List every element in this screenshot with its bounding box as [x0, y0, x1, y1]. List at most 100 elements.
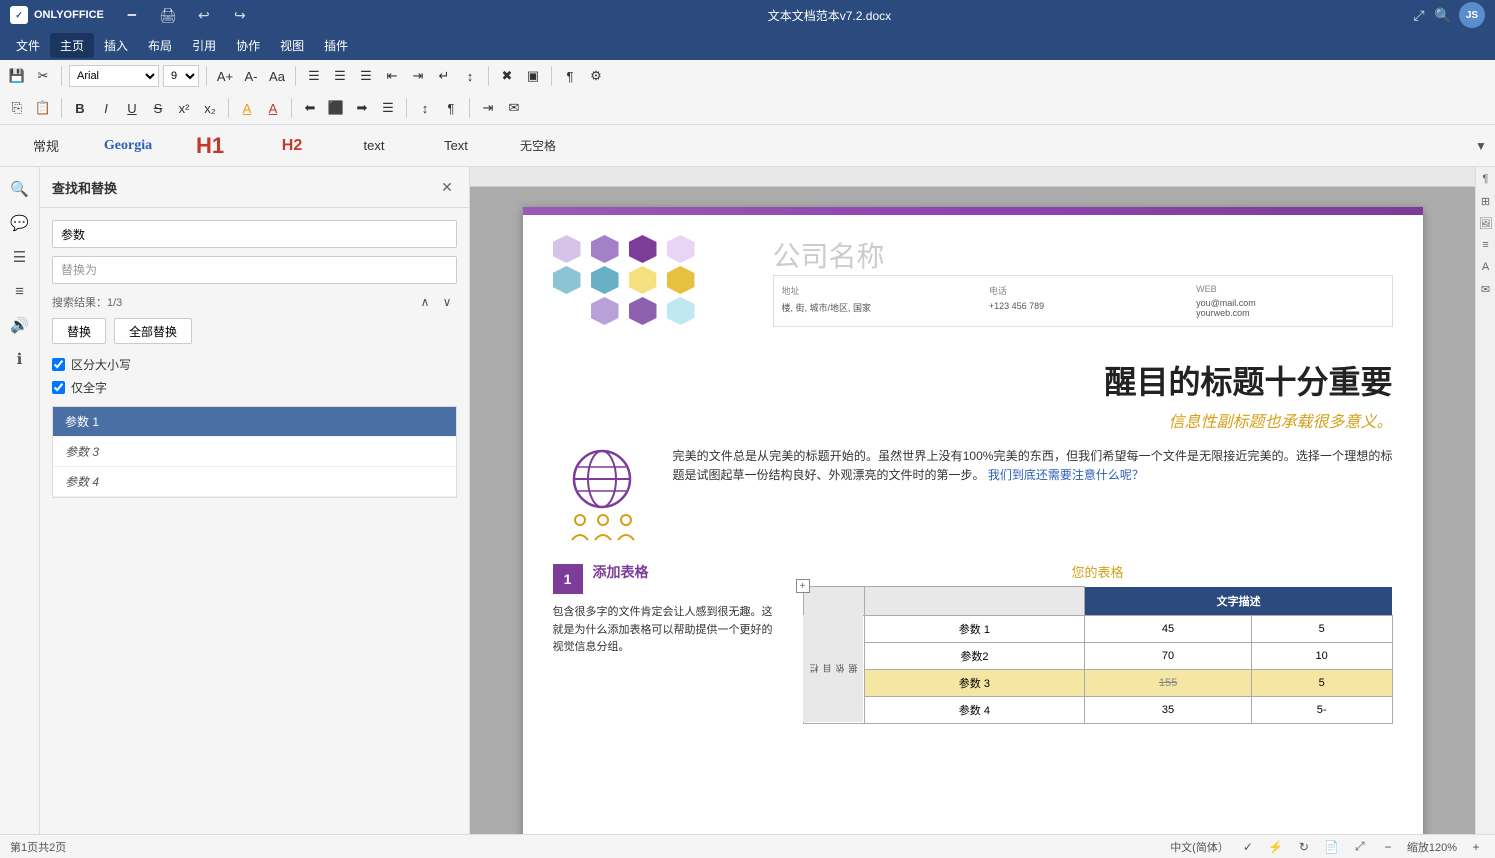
- row-3-col1: 35: [1085, 696, 1252, 723]
- result-item-1[interactable]: 参数 3: [53, 437, 456, 467]
- doc-area[interactable]: 公司名称 地址 楼, 街, 城市/地区, 国家 电话 +123 456 789: [470, 167, 1475, 834]
- hex-3: [629, 235, 657, 263]
- sidebar-info-icon[interactable]: ℹ: [6, 345, 34, 373]
- underline-btn[interactable]: U: [121, 97, 143, 119]
- result-item-2[interactable]: 参数 4: [53, 467, 456, 497]
- font-color-btn[interactable]: A: [262, 97, 284, 119]
- track-changes-icon[interactable]: ⚡: [1267, 838, 1285, 856]
- cut-btn[interactable]: ✂: [32, 65, 54, 87]
- replace-all-btn[interactable]: 全部替换: [114, 318, 192, 344]
- bold-btn[interactable]: B: [69, 97, 91, 119]
- sidebar-list-icon[interactable]: ≡: [6, 277, 34, 305]
- header-settings-icon[interactable]: ≡: [1478, 237, 1494, 253]
- zoom-in-icon[interactable]: +: [1467, 838, 1485, 856]
- spell-check-icon[interactable]: ✓: [1239, 838, 1257, 856]
- fullscreen-btn[interactable]: ⤢: [1411, 7, 1427, 23]
- style-nospace[interactable]: 无空格: [498, 128, 578, 164]
- font-name-select[interactable]: Arial: [69, 65, 159, 87]
- decrease-indent-btn[interactable]: ⇤: [381, 65, 403, 87]
- copy-style-btn[interactable]: ⎘: [6, 97, 28, 119]
- style-text[interactable]: text: [334, 128, 414, 164]
- paste-btn[interactable]: 📋: [32, 97, 54, 119]
- style-h2[interactable]: H2: [252, 128, 332, 164]
- fit-icon[interactable]: ⤢: [1351, 838, 1369, 856]
- menu-references[interactable]: 引用: [182, 33, 226, 58]
- decrease-font-btn[interactable]: A-: [240, 65, 262, 87]
- increase-indent-btn[interactable]: ⇥: [407, 65, 429, 87]
- style-options-btn[interactable]: ⚙: [585, 65, 607, 87]
- sort-btn[interactable]: ↕: [459, 65, 481, 87]
- panel-close-btn[interactable]: ✕: [437, 177, 457, 197]
- result-item-0[interactable]: 参数 1: [53, 407, 456, 437]
- save-btn[interactable]: 💾: [6, 65, 28, 87]
- sidebar-audio-icon[interactable]: 🔊: [6, 311, 34, 339]
- increase-font-btn[interactable]: A+: [214, 65, 236, 87]
- title-bar: ✓ ONLYOFFICE 🗕 🖨 ↩ ↪ 文本文档范本v7.2.docx ⤢ 🔍…: [0, 0, 1495, 30]
- undo-btn-title[interactable]: ↩: [196, 7, 212, 23]
- row-3-label: 参数 4: [864, 696, 1085, 723]
- replace-input[interactable]: [52, 256, 457, 284]
- doc-logo-area: [553, 235, 753, 325]
- sidebar-search-icon[interactable]: 🔍: [6, 175, 34, 203]
- panel-body: 搜索结果：1/3 ∧ ∨ 替换 全部替换 区分大小写 仅全字 参数 1 参数 3: [40, 208, 469, 834]
- indent-btn[interactable]: ↵: [433, 65, 455, 87]
- menu-insert[interactable]: 插入: [94, 33, 138, 58]
- hex-6: [591, 266, 619, 294]
- paragraph-settings-icon[interactable]: ¶: [1478, 171, 1494, 187]
- print-btn[interactable]: 🖨: [160, 7, 176, 23]
- search-btn-title[interactable]: 🔍: [1435, 7, 1451, 23]
- redo-btn-title[interactable]: ↪: [232, 7, 248, 23]
- change-case-btn[interactable]: Aa: [266, 65, 288, 87]
- sidebar-chat-icon[interactable]: 💬: [6, 209, 34, 237]
- linespace-btn[interactable]: ↕: [414, 97, 436, 119]
- search-prev-btn[interactable]: ∧: [415, 292, 435, 312]
- style-text2[interactable]: Text: [416, 128, 496, 164]
- numbering-btn[interactable]: ☰: [329, 65, 351, 87]
- status-right: 中文(简体） ✓ ⚡ ↻ 📄 ⤢ − 缩放120% +: [1170, 838, 1485, 856]
- align-center-btn[interactable]: ⬛: [325, 97, 347, 119]
- search-next-btn[interactable]: ∨: [437, 292, 457, 312]
- superscript-btn[interactable]: x²: [173, 97, 195, 119]
- shading-btn[interactable]: ▣: [522, 65, 544, 87]
- case-sensitive-checkbox[interactable]: [52, 358, 65, 371]
- menu-view[interactable]: 视图: [270, 33, 314, 58]
- sync-icon[interactable]: ↻: [1295, 838, 1313, 856]
- style-h1[interactable]: H1: [170, 128, 250, 164]
- font-size-select[interactable]: 9: [163, 65, 199, 87]
- mail-icon[interactable]: ✉: [1478, 281, 1494, 297]
- subscript-btn[interactable]: x₂: [199, 97, 221, 119]
- style-georgia[interactable]: Georgia: [88, 128, 168, 164]
- strikethrough-btn[interactable]: S: [147, 97, 169, 119]
- bullets-btn[interactable]: ☰: [303, 65, 325, 87]
- highlight-btn[interactable]: A: [236, 97, 258, 119]
- text-art-icon[interactable]: A: [1478, 259, 1494, 275]
- align-left-btn[interactable]: ⬅: [299, 97, 321, 119]
- image-settings-icon[interactable]: 🖼: [1478, 215, 1494, 231]
- menu-plugins[interactable]: 插件: [314, 33, 358, 58]
- italic-btn[interactable]: I: [95, 97, 117, 119]
- whole-word-checkbox[interactable]: [52, 381, 65, 394]
- align-right-btn[interactable]: ➡: [351, 97, 373, 119]
- zoom-out-icon[interactable]: −: [1379, 838, 1397, 856]
- multilevel-btn[interactable]: ☰: [355, 65, 377, 87]
- search-input[interactable]: [52, 220, 457, 248]
- menu-home[interactable]: 主页: [50, 33, 94, 58]
- mail-merge-btn[interactable]: ✉: [503, 97, 525, 119]
- menu-collaborate[interactable]: 协作: [226, 33, 270, 58]
- menu-layout[interactable]: 布局: [138, 33, 182, 58]
- tab-btn[interactable]: ⇥: [477, 97, 499, 119]
- sidebar-headers-icon[interactable]: ☰: [6, 243, 34, 271]
- table-settings-icon[interactable]: ⊞: [1478, 193, 1494, 209]
- clear-format-btn[interactable]: ✖: [496, 65, 518, 87]
- replace-btn[interactable]: 替换: [52, 318, 106, 344]
- menu-bar: 文件 主页 插入 布局 引用 协作 视图 插件: [0, 30, 1495, 60]
- style-gallery-expand[interactable]: ▼: [1473, 128, 1489, 164]
- doc-view-icon[interactable]: 📄: [1323, 838, 1341, 856]
- menu-file[interactable]: 文件: [6, 33, 50, 58]
- nonprinting-btn[interactable]: ¶: [559, 65, 581, 87]
- style-normal[interactable]: 常规: [6, 128, 86, 164]
- user-avatar[interactable]: JS: [1459, 2, 1485, 28]
- minimize-btn[interactable]: 🗕: [124, 7, 140, 23]
- justify-btn[interactable]: ☰: [377, 97, 399, 119]
- show-marks-btn[interactable]: ¶: [440, 97, 462, 119]
